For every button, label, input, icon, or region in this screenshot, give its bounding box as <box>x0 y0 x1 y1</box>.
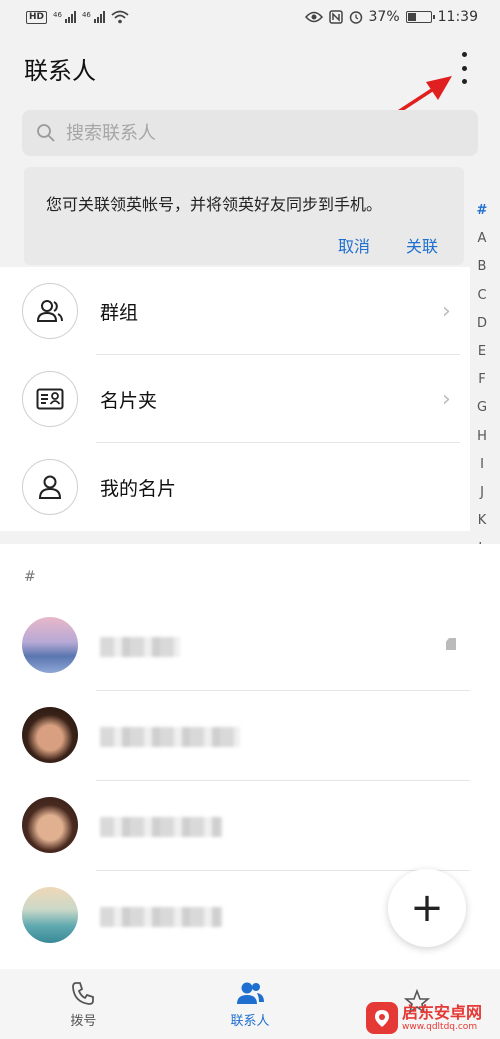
wifi-icon <box>111 10 129 24</box>
search-icon <box>37 124 55 142</box>
contact-row[interactable] <box>0 781 470 871</box>
contact-name-redacted <box>100 907 222 927</box>
section-header: # <box>24 569 36 585</box>
linkedin-link-card: 您可关联领英帐号，并将领英好友同步到手机。 取消 关联 <box>24 167 464 265</box>
index-letter-f[interactable]: F <box>478 366 485 394</box>
signal-icon: 46 <box>53 11 76 23</box>
index-letter-hash[interactable]: # <box>477 197 488 225</box>
avatar <box>22 617 78 673</box>
eye-icon <box>304 11 323 23</box>
signal-icon-2: 46 <box>82 11 105 23</box>
watermark-logo-icon <box>366 1002 398 1034</box>
nfc-icon <box>328 10 343 24</box>
search-bar[interactable] <box>22 110 478 156</box>
index-letter-a[interactable]: A <box>478 225 487 253</box>
contact-row[interactable] <box>0 601 470 691</box>
index-letter-j[interactable]: J <box>480 479 484 507</box>
tab-contacts[interactable]: 联系人 <box>167 969 334 1039</box>
more-options-icon[interactable] <box>458 52 470 84</box>
group-section: 群组 › 名片夹 › 我的名片 <box>0 267 470 531</box>
link-account-button[interactable]: 关联 <box>406 233 438 257</box>
index-letter-e[interactable]: E <box>478 338 486 366</box>
search-input[interactable] <box>66 122 446 144</box>
contact-name-redacted <box>100 637 180 657</box>
business-cards-row[interactable]: 名片夹 › <box>0 355 470 443</box>
index-letter-d[interactable]: D <box>477 310 487 338</box>
index-letter-i[interactable]: I <box>480 451 484 479</box>
battery-percent: 37% <box>368 9 400 25</box>
contact-name-redacted <box>100 727 240 747</box>
status-left: HD 46 46 <box>26 10 129 24</box>
groups-row[interactable]: 群组 › <box>0 267 470 355</box>
link-card-message: 您可关联领英帐号，并将领英好友同步到手机。 <box>46 195 383 214</box>
alarm-icon <box>349 11 362 24</box>
index-letter-g[interactable]: G <box>477 394 487 422</box>
tab-dialer-label: 拨号 <box>70 1013 97 1029</box>
contact-name-redacted <box>100 817 222 837</box>
index-letter-k[interactable]: K <box>478 507 487 535</box>
my-card-label: 我的名片 <box>100 477 177 500</box>
battery-icon <box>405 11 435 23</box>
add-contact-button[interactable]: + <box>388 869 466 947</box>
chevron-right-icon: › <box>442 386 451 412</box>
index-letter-c[interactable]: C <box>477 282 486 310</box>
phone-icon <box>72 981 95 1005</box>
index-letter-b[interactable]: B <box>478 253 487 281</box>
business-cards-label: 名片夹 <box>100 389 158 412</box>
contacts-icon <box>237 982 264 1004</box>
contact-row[interactable] <box>0 691 470 781</box>
page-title: 联系人 <box>24 56 96 85</box>
status-bar: HD 46 46 37% 11:39 <box>0 0 500 34</box>
group-icon <box>22 283 78 339</box>
avatar <box>22 887 78 943</box>
tab-contacts-label: 联系人 <box>230 1013 270 1029</box>
my-card-row[interactable]: 我的名片 <box>0 443 470 531</box>
tab-dialer[interactable]: 拨号 <box>0 969 167 1039</box>
chevron-right-icon: › <box>442 298 451 324</box>
watermark-url: www.qdltdq.com <box>402 1021 478 1032</box>
cancel-button[interactable]: 取消 <box>338 233 370 257</box>
avatar <box>22 707 78 763</box>
watermark: 启东安卓网 www.qdltdq.com <box>366 1000 500 1036</box>
hd-badge: HD <box>26 10 48 24</box>
app-header: 联系人 <box>0 34 500 102</box>
clock: 11:39 <box>437 9 478 25</box>
avatar <box>22 797 78 853</box>
watermark-name: 启东安卓网 <box>402 1002 483 1022</box>
index-letter-h[interactable]: H <box>477 423 487 451</box>
groups-label: 群组 <box>100 301 139 324</box>
person-icon <box>22 459 78 515</box>
status-right: 37% 11:39 <box>304 9 478 25</box>
business-card-icon <box>22 371 78 427</box>
